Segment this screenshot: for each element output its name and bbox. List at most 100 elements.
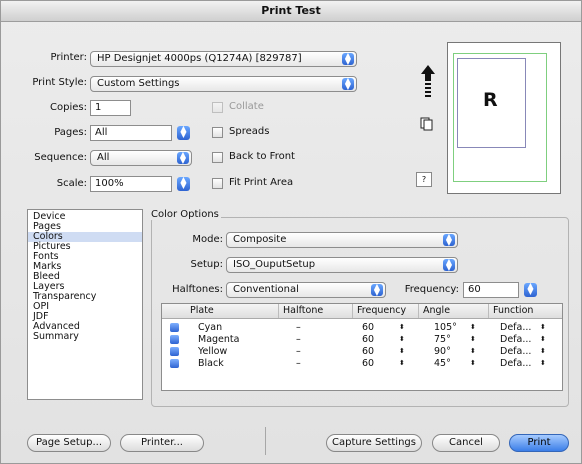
pages-stepper-icon[interactable]: ▲ ▼ [177,125,190,140]
cell-function: Defa... [500,322,532,333]
plate-print-checkbox[interactable] [170,359,179,368]
print-style-label: Print Style: [32,77,87,88]
function-row-popup-icon[interactable]: ⬍ [540,346,546,357]
cell-function: Defa... [500,346,532,357]
printer-popup[interactable]: HP Designjet 4000ps (Q1274A) [829787] ▲ ▼ [90,51,357,67]
halftones-value: Conventional [233,284,299,295]
cell-plate: Cyan [198,322,223,333]
cell-frequency: 60 [362,346,375,357]
plate-print-checkbox[interactable] [170,347,179,356]
fit-print-area-checkbox[interactable] [212,178,223,189]
back-to-front-checkbox[interactable] [212,152,223,163]
plate-print-checkbox[interactable] [170,323,179,332]
collate-checkbox[interactable] [212,102,223,113]
cell-function: Defa... [500,334,532,345]
page-setup-button[interactable]: Page Setup... [27,434,111,452]
column-header-angle[interactable]: Angle [418,304,488,318]
cell-frequency: 60 [362,334,375,345]
print-button[interactable]: Print [509,434,569,452]
pages-stack-icon [420,117,433,131]
column-header-plate[interactable]: Plate [186,304,278,318]
paper-feed-direction-icon [421,65,435,97]
sequence-label: Sequence: [34,152,87,163]
frequency-label: Frequency: [404,284,459,295]
column-header-halftone[interactable]: Halftone [278,304,352,318]
preview-letter: R [483,89,498,111]
print-dialog: Print Test Printer: HP Designjet 4000ps … [0,0,582,464]
scale-label: Scale: [56,178,87,189]
function-row-popup-icon[interactable]: ⬍ [540,334,546,345]
copies-label: Copies: [50,102,87,113]
cell-angle: 105° [434,322,457,333]
table-row[interactable]: Black – 60 45° Defa... ⬍ ⬍ ⬍ [162,358,562,370]
cell-plate: Magenta [198,334,240,345]
angle-row-stepper-icon[interactable]: ⬍ [470,334,476,345]
popup-arrows-icon: ▲ ▼ [443,258,455,272]
printer-value: HP Designjet 4000ps (Q1274A) [829787] [97,53,302,64]
popup-arrows-icon: ▲ ▼ [177,151,189,165]
angle-row-stepper-icon[interactable]: ⬍ [470,346,476,357]
spreads-checkbox[interactable] [212,127,223,138]
window-title: Print Test [1,1,581,22]
cancel-button[interactable]: Cancel [432,434,500,452]
halftones-popup[interactable]: Conventional ▲ ▼ [226,282,386,298]
angle-row-stepper-icon[interactable]: ⬍ [470,358,476,369]
collate-label: Collate [229,101,264,112]
popup-arrows-icon: ▲ ▼ [342,52,354,66]
button-separator [265,427,266,455]
printer-button[interactable]: Printer... [120,434,204,452]
panel-list[interactable]: Device Pages Colors Pictures Fonts Marks Bleed… [27,209,143,400]
cell-angle: 75° [434,334,451,345]
frequency-row-stepper-icon[interactable]: ⬍ [399,322,405,333]
halftones-label: Halftones: [172,284,223,295]
frequency-row-stepper-icon[interactable]: ⬍ [399,334,405,345]
plates-table-header: Plate Halftone Frequency Angle Function [162,304,562,319]
column-header-function[interactable]: Function [488,304,562,318]
plates-table: Plate Halftone Frequency Angle Function … [161,303,563,391]
popup-arrows-icon: ▲ ▼ [342,77,354,91]
table-row[interactable]: Cyan – 60 105° Defa... ⬍ ⬍ ⬍ [162,322,562,334]
frequency-row-stepper-icon[interactable]: ⬍ [399,346,405,357]
popup-arrows-icon: ▲ ▼ [371,283,383,297]
panel-item-summary[interactable]: Summary [28,332,142,342]
scale-field[interactable]: 100% [90,176,172,192]
function-row-popup-icon[interactable]: ⬍ [540,358,546,369]
frequency-stepper-icon[interactable]: ▲ ▼ [524,282,537,297]
popup-arrows-icon: ▲ ▼ [443,233,455,247]
table-row[interactable]: Magenta – 60 75° Defa... ⬍ ⬍ ⬍ [162,334,562,346]
scale-stepper-icon[interactable]: ▲ ▼ [177,176,190,191]
print-style-value: Custom Settings [97,78,180,89]
cell-angle: 45° [434,358,451,369]
color-options-title: Color Options [151,209,221,220]
cell-function: Defa... [500,358,532,369]
setup-value: ISO_OuputSetup [233,259,316,270]
copies-field[interactable]: 1 [90,100,131,116]
column-header-frequency[interactable]: Frequency [352,304,418,318]
sequence-value: All [97,152,110,163]
cell-angle: 90° [434,346,451,357]
mode-popup[interactable]: Composite ▲ ▼ [226,232,458,248]
help-icon[interactable]: ? [416,172,432,187]
mode-value: Composite [233,234,287,245]
table-row[interactable]: Yellow – 60 90° Defa... ⬍ ⬍ ⬍ [162,346,562,358]
sequence-popup[interactable]: All ▲ ▼ [90,150,192,166]
fit-print-area-label: Fit Print Area [229,177,294,188]
plate-print-checkbox[interactable] [170,335,179,344]
cell-plate: Yellow [198,346,228,357]
angle-row-stepper-icon[interactable]: ⬍ [470,322,476,333]
pages-field[interactable]: All [90,125,172,141]
pages-label: Pages: [54,127,87,138]
cell-frequency: 60 [362,322,375,333]
frequency-row-stepper-icon[interactable]: ⬍ [399,358,405,369]
cell-halftone: – [296,322,301,333]
mode-label: Mode: [192,234,223,245]
cell-halftone: – [296,346,301,357]
function-row-popup-icon[interactable]: ⬍ [540,322,546,333]
cell-frequency: 60 [362,358,375,369]
frequency-field[interactable]: 60 [463,282,519,298]
setup-popup[interactable]: ISO_OuputSetup ▲ ▼ [226,257,458,273]
capture-settings-button[interactable]: Capture Settings [326,434,422,452]
printer-label: Printer: [50,52,87,63]
setup-label: Setup: [190,259,223,270]
print-style-popup[interactable]: Custom Settings ▲ ▼ [90,76,357,92]
